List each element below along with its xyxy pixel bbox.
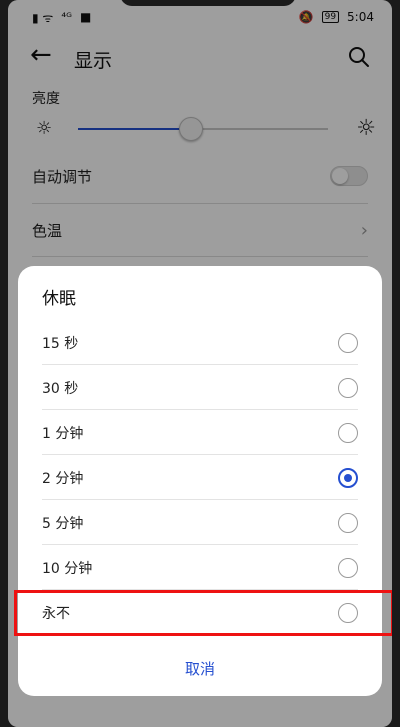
option-never[interactable]: 永不: [18, 590, 382, 635]
radio-button[interactable]: [338, 332, 358, 353]
option-label: 15 秒: [42, 335, 79, 352]
option-label: 1 分钟: [42, 425, 84, 442]
option-10min[interactable]: 10 分钟: [18, 545, 382, 590]
radio-button[interactable]: [338, 377, 358, 398]
phone-screen: ▮ ᯤ ⁴ᴳ ■ 🔕 99 5:04 ← 显示 亮度 ☼ ☼ 自动调节 色温 ›…: [8, 0, 392, 727]
option-1min[interactable]: 1 分钟: [18, 410, 382, 455]
cancel-button[interactable]: 取消: [18, 648, 382, 688]
option-2min[interactable]: 2 分钟: [18, 455, 382, 500]
option-label: 5 分钟: [42, 515, 84, 532]
radio-button[interactable]: [338, 512, 358, 533]
option-label: 10 分钟: [42, 560, 93, 577]
option-5min[interactable]: 5 分钟: [18, 500, 382, 545]
radio-button[interactable]: [338, 557, 358, 578]
option-label: 2 分钟: [42, 470, 84, 487]
option-30s[interactable]: 30 秒: [18, 365, 382, 410]
radio-button[interactable]: [338, 422, 358, 443]
option-15s[interactable]: 15 秒: [18, 320, 382, 365]
option-label: 30 秒: [42, 380, 79, 397]
radio-button-selected[interactable]: [338, 467, 358, 488]
option-label: 永不: [42, 605, 70, 622]
dialog-title: 休眠: [42, 289, 76, 309]
sleep-dialog: 休眠 15 秒 30 秒 1 分钟 2 分钟 5 分钟 10 分钟 永不 取消: [18, 266, 382, 696]
radio-button[interactable]: [338, 602, 358, 623]
